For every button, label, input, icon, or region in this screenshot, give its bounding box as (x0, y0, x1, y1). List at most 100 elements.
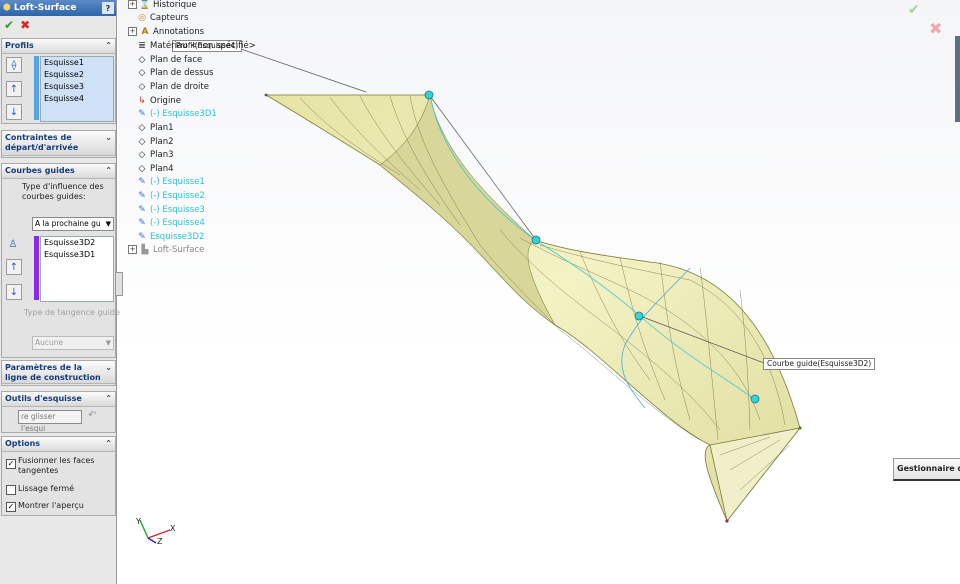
group-header-parametres[interactable]: Paramètres de la ligne de construction ⌄ (2, 361, 115, 384)
list-item[interactable]: Esquisse3 (41, 81, 113, 93)
plane-icon: ◇ (138, 81, 146, 92)
connector-handle[interactable] (424, 90, 434, 100)
group-courbes-guides: Courbes guides ⌃ Type d'influence des co… (1, 163, 120, 358)
list-item[interactable]: Esquisse3D2 (41, 237, 113, 249)
tree-item-materiau[interactable]: ≣ Matériau <non spécifié> (137, 39, 256, 52)
guide-color-bar (34, 236, 39, 300)
confirm-cancel-icon[interactable]: ✖ (929, 19, 942, 38)
tree-item-annotations[interactable]: + A Annotations (128, 25, 204, 38)
tangence-label: Type de tangence guide (24, 308, 120, 317)
plane-icon: ◇ (138, 136, 146, 147)
tree-item-esquisse4[interactable]: ✎ (-) Esquisse4 (137, 216, 205, 229)
callout-guide[interactable]: Courbe guide(Esquisse3D2) (763, 358, 876, 370)
history-icon: ⌛ (139, 0, 151, 10)
list-item[interactable]: Esquisse1 (41, 57, 113, 69)
tree-item-plan-droite[interactable]: ◇ Plan de droite (137, 80, 209, 93)
sensor-icon: ◎ (138, 12, 146, 23)
gestionnaire-tab[interactable]: Gestionnaire de (893, 458, 960, 481)
tree-item-plan2[interactable]: ◇ Plan2 (137, 135, 174, 148)
profiles-list[interactable]: Esquisse1 Esquisse2 Esquisse3 Esquisse4 (40, 56, 114, 122)
ok-icon[interactable]: ✔ (4, 18, 14, 32)
pm-title-bar: ⬢ Loft-Surface ? (0, 0, 116, 16)
tree-item-plan4[interactable]: ◇ Plan4 (137, 162, 174, 175)
chevron-down-icon: ▼ (105, 339, 111, 347)
undo-icon[interactable]: ↶ (88, 410, 96, 421)
triad-z-label: Z (157, 537, 163, 546)
group-header-outils[interactable]: Outils d'esquisse ⌃ (2, 392, 115, 407)
group-outils: Outils d'esquisse ⌃ re glisser l'esqui ↶ (1, 391, 116, 433)
tree-item-plan3[interactable]: ◇ Plan3 (137, 148, 174, 161)
collapse-icon[interactable]: ⌃ (105, 394, 112, 404)
connector-handle[interactable] (531, 235, 541, 245)
connector-handle[interactable] (634, 311, 644, 321)
drag-sketch-button[interactable]: re glisser l'esqui (18, 410, 82, 433)
pm-confirm-bar: ✔ ✖ (0, 16, 116, 34)
connector-handle[interactable] (750, 394, 760, 404)
group-header-contraintes[interactable]: Contraintes de départ/d'arrivée ⌄ (2, 131, 115, 156)
vertex-point (798, 426, 802, 430)
loft-surface-icon: ▙ (141, 244, 149, 255)
loft-icon: ⬢ (3, 3, 11, 13)
task-pane-edge[interactable] (955, 36, 960, 122)
move-up-button[interactable]: ↑ (6, 259, 22, 275)
tree-item-capteurs[interactable]: ◎ Capteurs (137, 11, 188, 24)
influence-label: Type d'influence des courbes guides: (22, 182, 104, 201)
tangence-select[interactable]: Aucune ▼ (32, 336, 114, 350)
expand-icon[interactable]: + (128, 27, 137, 36)
group-options: Options ⌃ ✓ Fusionner les faces tangente… (1, 436, 116, 516)
lissage-checkbox[interactable] (6, 485, 16, 495)
plane-icon: ◇ (138, 163, 146, 174)
profile-select-icon[interactable]: ⟠ (6, 57, 22, 73)
tree-item-esquisse3[interactable]: ✎ (-) Esquisse3 (137, 203, 205, 216)
apercu-checkbox[interactable]: ✓ (6, 502, 16, 512)
move-down-button[interactable]: ↓ (6, 104, 22, 120)
callout-leader-profil (231, 45, 367, 93)
cancel-icon[interactable]: ✖ (20, 18, 30, 32)
tree-item-plan-dessus[interactable]: ◇ Plan de dessus (137, 66, 214, 79)
tree-item-esquisse3d2[interactable]: ✎ Esquisse3D2 (137, 230, 204, 243)
sketch-icon: ✎ (138, 190, 146, 201)
confirm-ok-icon[interactable]: ✔ (908, 2, 920, 18)
sketch-icon: ✎ (138, 176, 146, 187)
list-item[interactable]: Esquisse3D1 (41, 249, 113, 261)
tree-item-origine[interactable]: ↳ Origine (137, 94, 181, 107)
group-contraintes: Contraintes de départ/d'arrivée ⌄ (1, 130, 116, 158)
vertex-point (725, 519, 729, 523)
group-header-courbes-guides[interactable]: Courbes guides ⌃ (2, 164, 115, 179)
tree-item-loft-surface[interactable]: + ▙ Loft-Surface (128, 243, 204, 256)
tree-item-esquisse2[interactable]: ✎ (-) Esquisse2 (137, 189, 205, 202)
profile-color-bar (34, 56, 39, 120)
expand-icon[interactable]: + (128, 0, 137, 9)
move-up-button[interactable]: ↑ (6, 81, 22, 97)
property-manager: ⬢ Loft-Surface ? ✔ ✖ Profils ⌃ ⟠ ↑ ↓ Esq… (0, 0, 120, 584)
tree-item-esquisse3d1[interactable]: ✎ (-) Esquisse3D1 (137, 107, 217, 120)
apercu-label: Montrer l'aperçu (18, 501, 84, 510)
group-profils: Profils ⌃ ⟠ ↑ ↓ Esquisse1 Esquisse2 Esqu… (1, 38, 116, 124)
influence-select[interactable]: A la prochaine gu ▼ (32, 217, 114, 231)
plane-icon: ◇ (138, 54, 146, 65)
expand-icon[interactable]: ⌄ (105, 133, 112, 153)
list-item[interactable]: Esquisse4 (41, 93, 113, 105)
collapse-icon[interactable]: ⌃ (105, 41, 112, 51)
tree-item-plan1[interactable]: ◇ Plan1 (137, 121, 174, 134)
guide-select-icon[interactable]: ♙ (6, 237, 20, 251)
expand-icon[interactable]: ⌄ (105, 363, 112, 381)
panel-resize-handle[interactable] (115, 272, 123, 296)
lissage-label: Lissage fermé (18, 484, 75, 493)
expand-icon[interactable]: + (128, 245, 137, 254)
collapse-icon[interactable]: ⌃ (105, 439, 112, 449)
origin-icon: ↳ (138, 95, 146, 106)
move-down-button[interactable]: ↓ (6, 284, 22, 300)
tree-item-plan-face[interactable]: ◇ Plan de face (137, 53, 203, 66)
list-item[interactable]: Esquisse2 (41, 69, 113, 81)
triad-x-label: X (170, 524, 176, 533)
tree-item-historique[interactable]: + ⌛ Historique (128, 0, 197, 11)
group-header-profils[interactable]: Profils ⌃ (2, 39, 115, 54)
tree-item-esquisse1[interactable]: ✎ (-) Esquisse1 (137, 175, 205, 188)
help-button[interactable]: ? (102, 2, 114, 14)
guides-list[interactable]: Esquisse3D2 Esquisse3D1 (40, 236, 114, 302)
group-header-options[interactable]: Options ⌃ (2, 437, 115, 452)
collapse-icon[interactable]: ⌃ (105, 166, 112, 176)
fusion-label: Fusionner les faces tangentes (18, 456, 95, 475)
fusion-checkbox[interactable]: ✓ (6, 459, 16, 469)
